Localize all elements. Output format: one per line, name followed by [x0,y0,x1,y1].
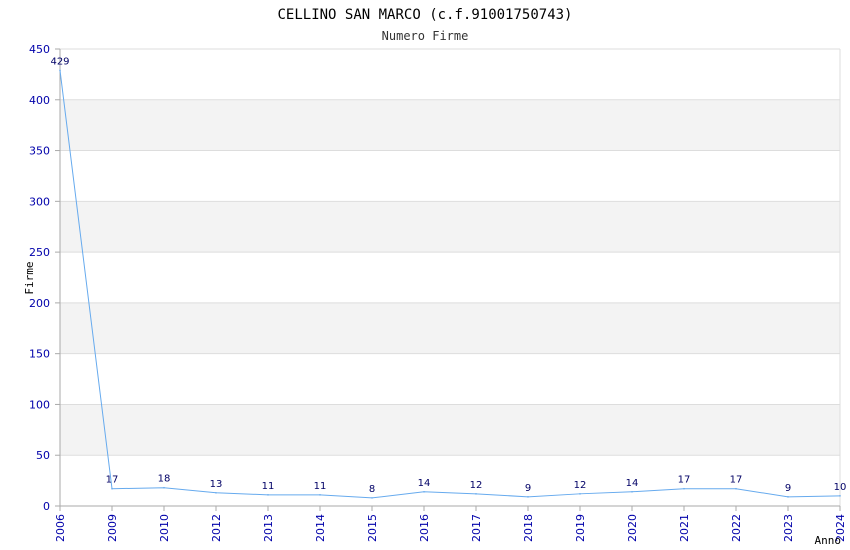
data-point [839,495,841,497]
x-tick-label: 2023 [782,514,795,542]
y-tick-label: 450 [29,43,50,56]
y-tick-label: 100 [29,398,50,411]
y-tick-label: 0 [43,500,50,513]
data-label: 12 [574,480,587,491]
data-label: 14 [626,478,639,489]
x-tick-label: 2013 [262,514,275,542]
line-chart: CELLINO SAN MARCO (c.f.91001750743) Nume… [23,7,847,547]
y-tick-label: 300 [29,195,50,208]
x-tick-label: 2021 [678,514,691,542]
x-tick-label: 2019 [574,514,587,542]
y-tick-label: 150 [29,348,50,361]
data-label: 14 [418,478,431,489]
x-tick-label: 2015 [366,514,379,542]
data-point [787,496,789,498]
data-label: 429 [50,56,69,67]
y-axis-label: Firme [23,261,36,294]
data-point [59,69,61,72]
data-label: 12 [470,480,483,491]
x-tick-label: 2010 [158,514,171,542]
data-label: 9 [785,483,791,494]
chart-title: CELLINO SAN MARCO (c.f.91001750743) [277,7,572,23]
x-axis-label: Anno [815,534,842,547]
data-point [527,496,529,498]
data-label: 17 [678,475,691,486]
y-tick-label: 50 [36,449,50,462]
x-tick-label: 2022 [730,514,743,542]
data-point [475,493,477,495]
x-tick-label: 2017 [470,514,483,542]
data-label: 11 [314,481,327,492]
plot-band [60,302,840,354]
y-tick-label: 400 [29,94,50,107]
x-tick-label: 2020 [626,514,639,542]
plot-band [60,99,840,151]
plot-bands [60,99,840,456]
data-point [163,486,165,489]
y-tick-label: 350 [29,145,50,158]
data-label: 10 [834,482,847,493]
chart-subtitle: Numero Firme [382,29,469,43]
data-label: 11 [262,481,275,492]
x-tick-label: 2006 [54,514,67,542]
y-tick-label: 250 [29,246,50,259]
data-label: 8 [369,484,375,495]
data-point [267,494,269,496]
data-label: 9 [525,483,531,494]
data-label: 18 [158,474,171,485]
data-label: 13 [210,479,223,490]
data-point [631,490,633,493]
data-label: 17 [730,475,743,486]
plot-band [60,201,840,253]
data-point [735,487,737,490]
data-point [215,491,217,494]
data-label: 17 [106,475,119,486]
x-tick-label: 2016 [418,514,431,542]
data-point [111,487,113,490]
y-tick-label: 200 [29,297,50,310]
data-point [579,493,581,495]
x-tick-label: 2018 [522,514,535,542]
data-point [371,497,373,499]
data-point [423,490,425,493]
data-point [319,494,321,496]
plot-band [60,404,840,456]
x-tick-label: 2014 [314,514,327,542]
x-tick-labels: 2006 2009 2010 2012 2013 2014 2015 2016 2017 2018… [54,514,847,542]
data-point [683,487,685,490]
x-tick-label: 2009 [106,514,119,542]
x-tick-label: 2012 [210,514,223,542]
